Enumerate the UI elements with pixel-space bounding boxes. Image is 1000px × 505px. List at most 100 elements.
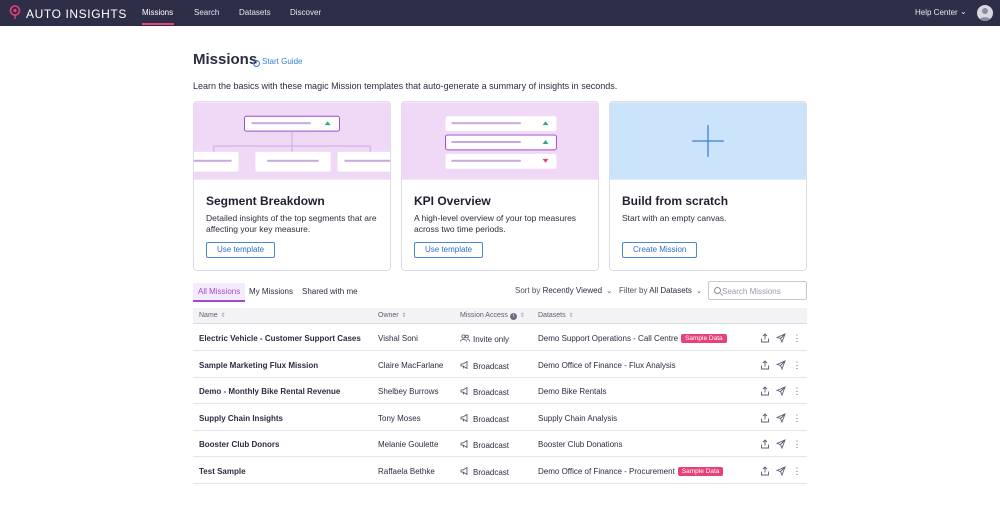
search-box[interactable] [708,281,807,300]
mission-dataset: Supply Chain Analysis [538,414,617,423]
share-upload-icon[interactable] [760,386,770,396]
more-options-icon[interactable]: ⋮ [792,386,802,397]
filter-value: All Datasets [649,286,692,295]
nav-discover[interactable]: Discover [290,8,321,17]
chevron-down-icon[interactable]: ⌄ [960,7,967,16]
megaphone-icon [460,413,468,422]
use-template-button[interactable]: Use template [414,242,484,258]
dataset-name: Demo Office of Finance - Procurement [538,466,675,476]
mission-access: Broadcast [460,413,510,424]
mission-owner: Shelbey Burrows [378,387,439,396]
tab-my-missions[interactable]: My Missions [249,287,293,296]
nav-missions[interactable]: Missions [142,8,173,17]
table-row[interactable]: Demo - Monthly Bike Rental Revenue Shelbe… [193,378,807,404]
chevron-down-icon: ⌄ [696,288,703,295]
plus-icon [610,102,806,180]
mission-owner: Tony Moses [378,413,421,423]
user-avatar[interactable] [977,5,993,21]
help-circle-icon: ? [253,60,260,67]
table-row[interactable]: Sample Marketing Flux Mission Claire MacF… [193,352,807,378]
nav-search[interactable]: Search [194,8,219,17]
send-icon[interactable] [776,386,786,396]
share-upload-icon[interactable] [760,359,770,370]
nav-datasets[interactable]: Datasets [239,8,271,17]
table-row[interactable]: Test Sample Raffaela Bethke Broadcast Demo … [193,458,807,484]
sort-icon: ⇕ [568,313,574,319]
sort-icon: ⇕ [401,313,407,319]
mission-owner: Vishal Soni [378,334,418,343]
people-icon [460,334,470,342]
column-name-header[interactable]: Name ⇕ [199,312,226,319]
tab-shared-with-me[interactable]: Shared with me [302,287,358,296]
table-row[interactable]: Booster Club Donors Melanie Goulette Broad… [193,431,807,457]
more-options-icon[interactable]: ⋮ [792,413,802,424]
sort-label: Sort by [515,286,541,295]
card-title: KPI Overview [414,194,491,208]
mission-dataset: Booster Club Donations [538,440,623,449]
access-label: Broadcast [473,388,510,397]
access-label: Broadcast [473,361,510,371]
page-title: Missions [193,51,258,68]
filter-dropdown[interactable]: Filter by All Datasets ⌄ [619,286,702,295]
start-guide-link[interactable]: ? Start Guide [253,57,302,67]
card-description: Detailed insights of the top segments th… [206,213,377,234]
start-guide-label: Start Guide [262,57,303,66]
lightbulb-logo-icon [9,5,21,19]
sort-dropdown[interactable]: Sort by Recently Viewed ⌄ [515,286,612,295]
build-from-scratch-card[interactable]: Build from scratch Start with an empty c… [609,101,807,271]
table-row[interactable]: Electric Vehicle - Customer Support Case… [193,325,807,351]
mission-name[interactable]: Booster Club Donors [199,440,279,449]
tab-all-missions[interactable]: All Missions [198,287,240,296]
mission-name[interactable]: Supply Chain Insights [199,414,283,423]
more-options-icon[interactable]: ⋮ [792,439,802,450]
sample-data-badge: Sample Data [677,466,724,476]
access-label: Broadcast [473,414,510,424]
help-center-menu[interactable]: Help Center [915,8,958,17]
send-icon[interactable] [776,439,786,449]
info-icon[interactable]: i [509,313,517,320]
use-template-button[interactable]: Use template [206,242,276,258]
top-nav: AUTO INSIGHTS Missions Search Datasets D… [0,0,1000,26]
user-icon [979,8,991,21]
chevron-down-icon: ⌄ [606,288,613,295]
dataset-name: Supply Chain Analysis [538,413,618,423]
share-upload-icon[interactable] [760,465,770,476]
mission-dataset: Demo Office of Finance - Procurement Samp… [538,466,724,476]
header-label: Datasets [538,312,566,319]
mission-name[interactable]: Electric Vehicle - Customer Support Case… [199,334,361,343]
mission-owner: Melanie Goulette [378,440,439,449]
mission-name[interactable]: Demo - Monthly Bike Rental Revenue [199,387,340,396]
send-icon[interactable] [776,465,786,476]
mission-access: Broadcast [460,466,510,477]
access-label: Broadcast [473,441,510,450]
column-owner-header[interactable]: Owner ⇕ [378,312,407,319]
segment-breakdown-card[interactable]: Segment Breakdown Detailed insights of t… [193,101,391,271]
mission-owner: Claire MacFarlane [378,360,444,370]
megaphone-icon [460,360,468,369]
share-upload-icon[interactable] [760,412,770,423]
mission-access: Broadcast [460,360,510,371]
more-options-icon[interactable]: ⋮ [792,360,802,371]
send-icon[interactable] [776,333,786,343]
sample-data-badge: Sample Data [681,334,727,343]
card-description: Start with an empty canvas. [622,213,727,223]
segment-breakdown-illustration [194,102,390,180]
more-options-icon[interactable]: ⋮ [792,466,802,477]
more-options-icon[interactable]: ⋮ [792,333,802,344]
table-header: Name ⇕ Owner ⇕ Mission Access i ⇕ Datasets ⇕ [193,308,807,324]
share-upload-icon[interactable] [760,333,770,343]
mission-name[interactable]: Test Sample [199,467,246,476]
send-icon[interactable] [776,412,786,423]
search-missions-input[interactable] [722,285,802,297]
table-row[interactable]: Supply Chain Insights Tony Moses Broadcast… [193,405,807,431]
sort-icon: ⇕ [220,313,226,319]
create-mission-button[interactable]: Create Mission [622,242,698,258]
share-upload-icon[interactable] [760,439,770,449]
mission-name[interactable]: Sample Marketing Flux Mission [199,361,318,370]
column-datasets-header[interactable]: Datasets ⇕ [538,312,574,319]
kpi-overview-card[interactable]: KPI Overview A high-level overview of yo… [401,101,599,271]
kpi-overview-illustration [402,102,598,180]
nav-active-indicator [142,23,174,25]
access-label: Broadcast [473,467,510,477]
send-icon[interactable] [776,359,786,370]
